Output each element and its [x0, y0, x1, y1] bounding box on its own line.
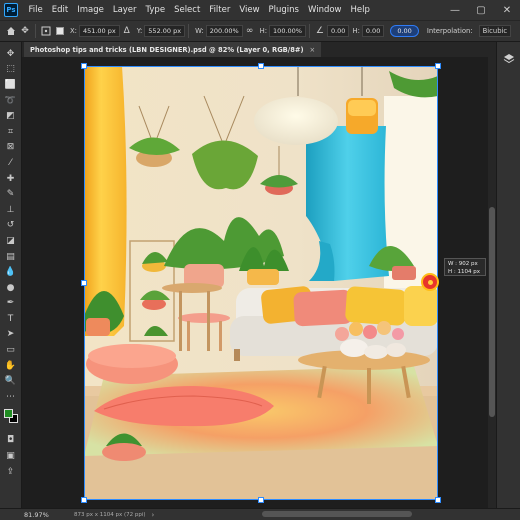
x-label: X: [70, 27, 77, 35]
object-select-icon[interactable]: ◩ [2, 108, 20, 124]
dodge-icon[interactable]: ● [2, 280, 20, 296]
options-bar: ✥ X: 451.00 px Δ Y: 552.00 px W: 200.00%… [0, 20, 520, 42]
menu-view[interactable]: View [235, 5, 264, 15]
interpolation-select[interactable]: Bicubic [478, 25, 512, 37]
y-label: Y: [136, 27, 143, 35]
frame-icon[interactable]: ⊠ [2, 140, 20, 156]
crop-icon[interactable]: ⌗ [2, 124, 20, 140]
menu-edit[interactable]: Edit [47, 5, 72, 15]
transform-handle-top-right[interactable] [435, 63, 441, 69]
artboard-icon[interactable]: ⬚ [2, 62, 20, 78]
h-label: H: [259, 27, 268, 35]
menu-type[interactable]: Type [141, 5, 170, 15]
angle-icon: ∠ [315, 26, 324, 36]
pen-icon[interactable]: ✒ [2, 296, 20, 312]
y-field[interactable]: 552.00 px [144, 25, 186, 37]
path-select-icon[interactable]: ➤ [2, 327, 20, 343]
transform-handle-bottom[interactable] [258, 497, 264, 503]
vertical-scrollbar[interactable] [488, 57, 496, 508]
eyedropper-icon[interactable]: ⁄ [2, 155, 20, 171]
transform-handle-top[interactable] [258, 63, 264, 69]
more-icon[interactable]: ⋯ [2, 389, 20, 405]
history-brush-icon[interactable]: ↺ [2, 218, 20, 234]
tooltip-width: W : 902 px [448, 261, 478, 267]
document-tab[interactable]: Photoshop tips and tricks (LBN DESIGNER)… [24, 42, 322, 57]
photoshop-window: Ps File Edit Image Layer Type Select Fil… [0, 0, 520, 520]
tab-bar: Photoshop tips and tricks (LBN DESIGNER)… [22, 42, 496, 57]
horizontal-scroll-thumb[interactable] [262, 511, 412, 517]
zoom-icon[interactable]: 🔍 [2, 373, 20, 389]
menu-image[interactable]: Image [73, 5, 109, 15]
vertical-scroll-thumb[interactable] [489, 207, 495, 417]
foreground-color[interactable] [3, 408, 13, 418]
link-icon[interactable]: ∞ [243, 24, 257, 38]
eraser-icon[interactable]: ◪ [2, 233, 20, 249]
gradient-icon[interactable]: ▤ [2, 249, 20, 265]
interpolation-label: Interpolation: [426, 27, 473, 35]
x-field[interactable]: 451.00 px [78, 25, 120, 37]
maximize-button[interactable]: ▢ [468, 5, 494, 16]
transform-handle-left[interactable] [81, 280, 87, 286]
vertical-skew-value: 0.00 [397, 27, 412, 35]
menu-layer[interactable]: Layer [108, 5, 141, 15]
hand-icon[interactable]: ✋ [2, 358, 20, 374]
healing-icon[interactable]: ✚ [2, 171, 20, 187]
menu-filter[interactable]: Filter [205, 5, 235, 15]
tab-close-icon[interactable]: × [310, 46, 316, 54]
menu-help[interactable]: Help [346, 5, 374, 15]
canvas-image[interactable] [84, 66, 438, 500]
angle-field[interactable]: 0.00 [326, 25, 350, 37]
move-icon[interactable]: ✥ [2, 46, 20, 62]
relative-position-icon[interactable]: Δ [120, 24, 134, 38]
document-info: 873 px x 1104 px (72 ppi) [74, 511, 146, 518]
reference-point-checkbox[interactable] [56, 27, 64, 35]
window-controls: — ▢ ✕ [442, 5, 520, 16]
transform-handle-top-left[interactable] [81, 63, 87, 69]
hskew-label: H: [352, 27, 360, 35]
right-panel-dock [496, 42, 520, 508]
color-swatches [2, 407, 20, 425]
vertical-skew-field[interactable]: 0.00 [390, 25, 419, 37]
minimize-button[interactable]: — [442, 5, 468, 16]
type-icon[interactable]: T [2, 311, 20, 327]
screen-mode-icon[interactable]: ▣ [2, 448, 20, 464]
move-tool-icon[interactable]: ✥ [18, 24, 32, 38]
quick-mask-icon[interactable]: ◘ [2, 433, 20, 449]
brush-icon[interactable]: ✎ [2, 186, 20, 202]
width-field[interactable]: 200.00% [205, 25, 243, 37]
menu-bar: Ps File Edit Image Layer Type Select Fil… [0, 0, 520, 20]
cursor-highlight [421, 273, 439, 291]
zoom-level[interactable]: 81.97% [0, 511, 60, 519]
menu-select[interactable]: Select [170, 5, 205, 15]
horizontal-skew-field[interactable]: 0.00 [361, 25, 385, 37]
status-bar: 81.97% 873 px x 1104 px (72 ppi) › [0, 508, 520, 520]
lasso-icon[interactable]: ➰ [2, 93, 20, 109]
marquee-icon[interactable]: ⬜ [2, 77, 20, 93]
blur-icon[interactable]: 💧 [2, 264, 20, 280]
layers-panel-icon[interactable] [497, 50, 520, 68]
app-logo[interactable]: Ps [4, 3, 18, 17]
transform-handle-bottom-right[interactable] [435, 497, 441, 503]
menu-file[interactable]: File [24, 5, 47, 15]
home-icon[interactable] [4, 24, 18, 38]
status-menu-arrow[interactable]: › [152, 511, 155, 519]
menu-plugins[interactable]: Plugins [264, 5, 303, 15]
rectangle-icon[interactable]: ▭ [2, 342, 20, 358]
close-button[interactable]: ✕ [494, 5, 520, 16]
height-field[interactable]: 100.00% [269, 25, 306, 37]
transform-size-tooltip: W : 902 px H : 1104 px [444, 258, 486, 276]
w-label: W: [195, 27, 204, 35]
tools-panel: ✥ ⬚ ⬜ ➰ ◩ ⌗ ⊠ ⁄ ✚ ✎ ⊥ ↺ ◪ ▤ 💧 ● ✒ T ➤ ▭ … [0, 42, 22, 508]
menu-window[interactable]: Window [303, 5, 346, 15]
stamp-icon[interactable]: ⊥ [2, 202, 20, 218]
tooltip-height: H : 1104 px [448, 269, 480, 275]
document-tab-title: Photoshop tips and tricks (LBN DESIGNER)… [30, 45, 304, 54]
share-icon[interactable]: ⇪ [2, 464, 20, 480]
reference-point-icon[interactable] [39, 24, 53, 38]
transform-handle-bottom-left[interactable] [81, 497, 87, 503]
